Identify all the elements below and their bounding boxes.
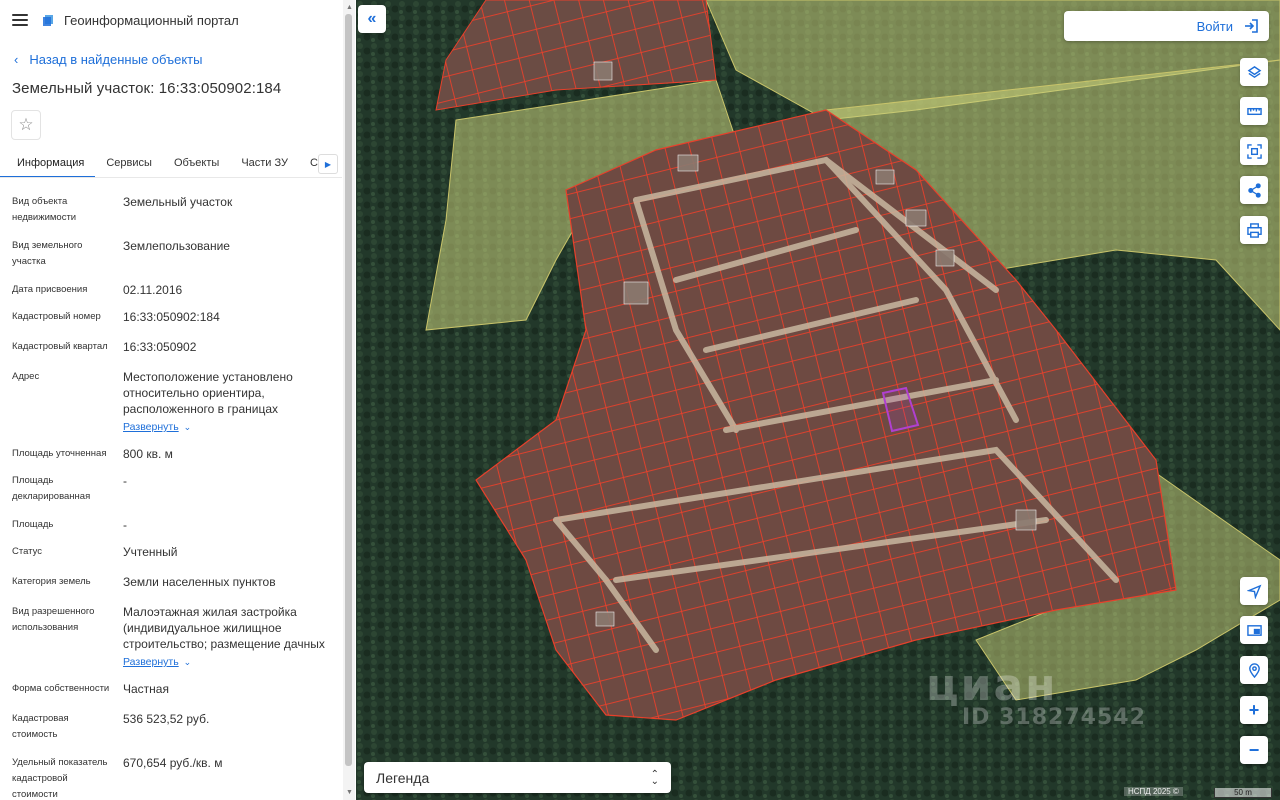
property-label: Вид объекта недвижимости	[12, 196, 77, 223]
watermark-logo: циан	[926, 660, 1058, 711]
top-bar: Геоинформационный портал	[0, 0, 356, 40]
caret-right-icon: ▶	[324, 159, 332, 169]
map-view[interactable]: « Войти + − циан ID 318274542 Легенда ⌃ …	[356, 0, 1280, 800]
scroll-up-arrow-icon[interactable]: ▲	[346, 4, 353, 11]
property-value: Земли населенных пунктов	[123, 575, 276, 589]
property-value: 800 кв. м	[123, 447, 173, 461]
object-tabs: Информация Сервисы Объекты Части ЗУ Сост	[0, 150, 342, 178]
expand-collapse-icon: ⌃ ⌄	[650, 768, 659, 787]
portal-title: Геоинформационный портал	[64, 12, 239, 28]
property-label: Кадастровый квартал	[12, 341, 108, 352]
location-pin-icon	[1248, 662, 1260, 678]
tab-objects[interactable]: Объекты	[163, 150, 230, 177]
tab-parcel-parts[interactable]: Части ЗУ	[230, 150, 299, 177]
zoom-in-button[interactable]: +	[1240, 696, 1268, 724]
back-link-label: Назад в найденные объекты	[29, 52, 203, 67]
double-chevron-left-icon: «	[367, 10, 377, 27]
navigation-arrow-icon	[1246, 584, 1261, 599]
measure-button[interactable]	[1240, 97, 1268, 125]
property-value: Землепользование	[123, 239, 230, 253]
plus-icon: +	[1248, 700, 1260, 720]
menu-icon[interactable]	[12, 14, 28, 26]
portal-logo-icon	[43, 15, 53, 26]
tab-services[interactable]: Сервисы	[95, 150, 163, 177]
expand-usage-link[interactable]: Развернуть ⌄	[123, 654, 191, 670]
location-search-button[interactable]	[1240, 656, 1268, 684]
property-value: 02.11.2016	[123, 283, 183, 297]
property-label: Вид разрешенного использования	[12, 606, 95, 633]
expand-label: Развернуть	[123, 656, 179, 668]
property-label: Кадастровая стоимость	[12, 713, 69, 740]
tabs-scroll-right-button[interactable]: ▶	[318, 154, 338, 174]
property-value: Частная	[123, 682, 169, 696]
watermark-id: ID 318274542	[962, 705, 1146, 730]
panel-scrollbar[interactable]: ▲ ▼	[343, 0, 355, 800]
geolocation-button[interactable]	[1240, 577, 1268, 605]
property-label: Удельный показатель кадастровой стоимост…	[12, 757, 108, 800]
star-icon: ☆	[18, 115, 34, 134]
object-info-panel: Геоинформационный портал ‹ Назад в найде…	[0, 0, 356, 800]
print-button[interactable]	[1240, 216, 1268, 244]
login-icon	[1245, 19, 1258, 33]
map-scale-bar: 50 m	[1214, 788, 1272, 798]
property-label: Форма собственности	[12, 683, 110, 694]
property-value: 16:33:050902:184	[123, 310, 220, 324]
property-label: Категория земель	[12, 576, 91, 587]
property-value: Учтенный	[123, 545, 178, 559]
login-label: Войти	[1196, 18, 1233, 34]
minimap-icon	[1246, 624, 1262, 636]
expand-address-link[interactable]: Развернуть ⌄	[123, 419, 191, 435]
layers-button[interactable]	[1240, 58, 1268, 86]
printer-icon	[1246, 222, 1262, 238]
share-button[interactable]	[1240, 176, 1268, 204]
chevron-left-icon: ‹	[14, 52, 19, 67]
property-value-wrap: Местоположение установлено относительно …	[123, 369, 335, 435]
layers-icon	[1247, 65, 1261, 78]
tab-info[interactable]: Информация	[0, 150, 96, 177]
collapse-panel-button[interactable]: «	[358, 5, 386, 33]
property-value: Земельный участок	[123, 195, 233, 209]
property-label: Кадастровый номер	[12, 311, 101, 322]
share-icon	[1247, 182, 1261, 198]
property-label: Площадь	[12, 519, 54, 530]
property-value: Малоэтажная жилая застройка (индивидуаль…	[123, 605, 325, 651]
property-label: Статус	[12, 546, 43, 557]
select-area-icon	[1246, 143, 1262, 159]
watermark: циан ID 318274542	[926, 660, 1146, 730]
back-to-results-link[interactable]: ‹ Назад в найденные объекты	[14, 52, 202, 67]
login-button[interactable]: Войти	[1064, 11, 1269, 41]
object-title: Земельный участок: 16:33:050902:184	[12, 80, 282, 97]
legend-label: Легенда	[376, 769, 430, 786]
map-copyright: НСПД 2025 ©	[1124, 787, 1183, 796]
property-label: Площадь уточненная	[12, 448, 107, 459]
minimap-button[interactable]	[1240, 616, 1268, 644]
property-label: Дата присвоения	[12, 284, 88, 295]
property-label: Адрес	[12, 371, 40, 382]
property-value: 670,654 руб./кв. м	[123, 756, 223, 770]
property-value-wrap: Малоэтажная жилая застройка (индивидуаль…	[123, 604, 335, 670]
property-label: Вид земельного участка	[12, 240, 83, 267]
scrollbar-thumb[interactable]	[345, 14, 352, 766]
expand-label: Развернуть	[123, 421, 179, 433]
property-label: Площадь декларированная	[12, 475, 91, 502]
minus-icon: −	[1248, 740, 1260, 760]
property-value: -	[123, 518, 127, 532]
chevron-down-icon: ⌄	[183, 657, 192, 667]
legend-dropdown[interactable]: Легенда ⌃ ⌄	[364, 762, 671, 793]
property-value: 536 523,52 руб.	[123, 712, 210, 726]
property-value: -	[123, 474, 127, 488]
scroll-down-arrow-icon[interactable]: ▼	[346, 789, 353, 796]
favorite-star-button[interactable]: ☆	[11, 110, 41, 140]
chevron-down-icon: ⌄	[183, 422, 192, 432]
property-value: 16:33:050902	[123, 340, 197, 354]
property-value: Местоположение установлено относительно …	[123, 370, 293, 416]
ruler-icon	[1246, 107, 1262, 115]
zoom-out-button[interactable]: −	[1240, 736, 1268, 764]
select-area-button[interactable]	[1240, 137, 1268, 165]
